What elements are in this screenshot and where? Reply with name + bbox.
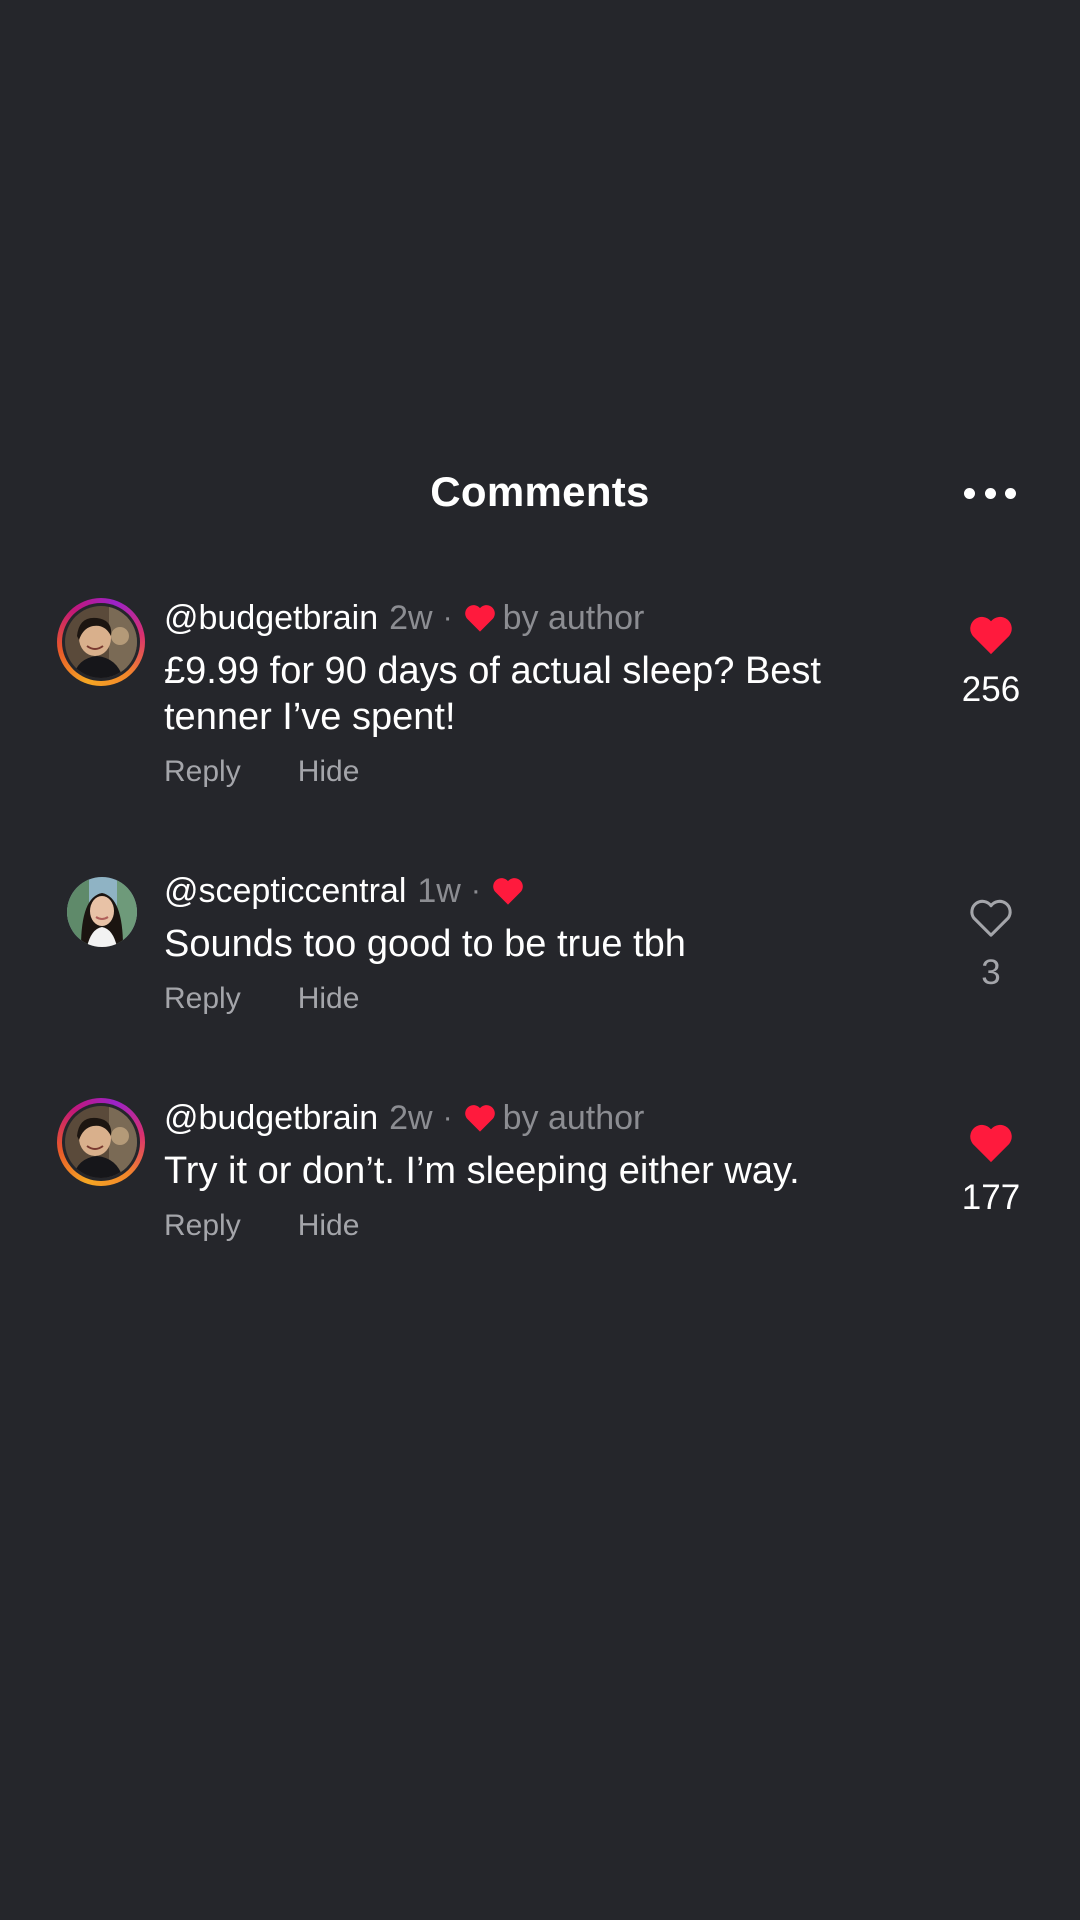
hide-button[interactable]: Hide bbox=[298, 755, 360, 789]
author-liked-heart-icon bbox=[493, 878, 523, 905]
comment-time: 2w bbox=[389, 1098, 433, 1137]
more-dot-icon bbox=[984, 487, 996, 499]
hide-button[interactable]: Hide bbox=[298, 1209, 360, 1243]
avatar[interactable] bbox=[57, 598, 145, 686]
more-dot-icon bbox=[1005, 487, 1016, 499]
by-author-label: by author bbox=[502, 1098, 645, 1137]
by-author-label: by author bbox=[502, 598, 645, 637]
hide-button[interactable]: Hide bbox=[298, 982, 360, 1016]
story-ring bbox=[57, 1098, 145, 1186]
comment-username[interactable]: @budgetbrain bbox=[164, 1099, 378, 1138]
like-column: 177 bbox=[946, 1122, 1036, 1220]
comment-username[interactable]: @scepticcentral bbox=[164, 872, 406, 911]
author-liked-heart-icon bbox=[464, 1105, 495, 1132]
comment-actions: Reply Hide bbox=[164, 752, 359, 792]
meta-separator: · bbox=[442, 1101, 453, 1134]
avatar-photo bbox=[65, 1106, 137, 1178]
comment-actions: Reply Hide bbox=[164, 1206, 359, 1246]
comment-text: Try it or don’t. I’m sleeping either way… bbox=[164, 1150, 800, 1192]
like-heart-outline-icon[interactable] bbox=[968, 897, 1014, 939]
like-count: 256 bbox=[961, 670, 1021, 709]
more-options-button[interactable] bbox=[964, 473, 1016, 513]
comment-meta: @scepticcentral 1w · bbox=[164, 869, 529, 913]
meta-separator: · bbox=[470, 874, 481, 907]
like-column: 256 bbox=[946, 614, 1036, 712]
comment-meta: @budgetbrain 2w · by author bbox=[164, 1096, 644, 1140]
comments-header: Comments bbox=[0, 463, 1080, 521]
avatar[interactable] bbox=[57, 869, 145, 957]
avatar[interactable] bbox=[57, 1098, 145, 1186]
avatar-photo bbox=[65, 606, 137, 678]
comment-actions: Reply Hide bbox=[164, 979, 359, 1019]
comments-screen: Comments @budgetbrain 2w · by author £9.… bbox=[0, 0, 1080, 1920]
reply-button[interactable]: Reply bbox=[164, 755, 241, 789]
like-count: 177 bbox=[961, 1178, 1021, 1217]
comment-time: 1w bbox=[417, 871, 461, 910]
comment-time: 2w bbox=[389, 598, 433, 637]
story-ring bbox=[57, 598, 145, 686]
page-title: Comments bbox=[430, 468, 650, 515]
comment-username[interactable]: @budgetbrain bbox=[164, 599, 378, 638]
like-column: 3 bbox=[946, 897, 1036, 995]
author-liked-heart-icon bbox=[464, 605, 495, 632]
like-heart-filled-icon[interactable] bbox=[968, 614, 1014, 656]
avatar-photo bbox=[67, 877, 137, 947]
comment-text: £9.99 for 90 days of actual sleep? Best … bbox=[164, 650, 821, 738]
like-heart-filled-icon[interactable] bbox=[968, 1122, 1014, 1164]
comment-text: Sounds too good to be true tbh bbox=[164, 923, 686, 965]
like-count: 3 bbox=[981, 953, 1001, 992]
reply-button[interactable]: Reply bbox=[164, 1209, 241, 1243]
meta-separator: · bbox=[442, 601, 453, 634]
comment-meta: @budgetbrain 2w · by author bbox=[164, 596, 644, 640]
more-dot-icon bbox=[964, 487, 975, 499]
reply-button[interactable]: Reply bbox=[164, 982, 241, 1016]
